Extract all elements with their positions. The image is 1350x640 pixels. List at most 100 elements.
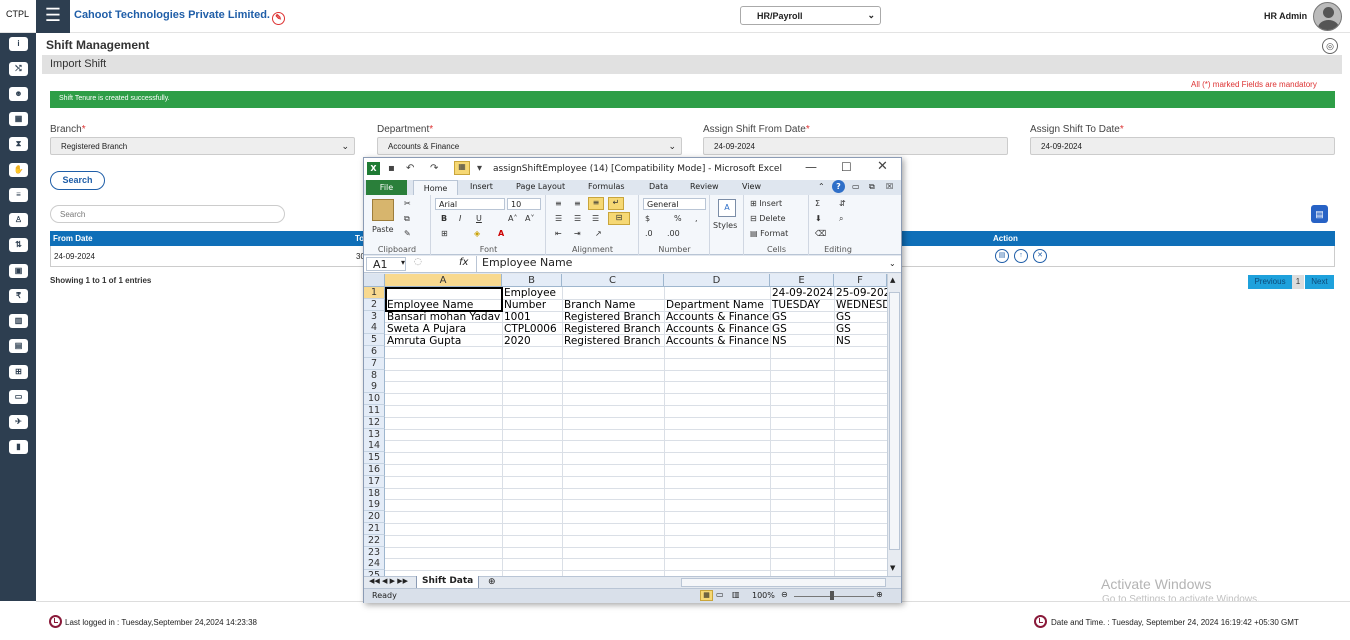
font-color-icon[interactable]: A bbox=[498, 229, 504, 238]
cell-e5[interactable]: NS bbox=[772, 335, 787, 347]
user-name[interactable]: HR Admin bbox=[1264, 11, 1307, 21]
sort-icon[interactable]: ▦ bbox=[454, 161, 470, 175]
delete-cells-button[interactable]: ⊟ Delete bbox=[750, 214, 786, 223]
tab-page-layout[interactable]: Page Layout bbox=[516, 182, 565, 191]
sort-filter-icon[interactable]: ⇵ bbox=[839, 199, 846, 208]
find-select-icon[interactable]: ⌕ bbox=[839, 214, 843, 224]
export-icon[interactable]: ▤ bbox=[1311, 205, 1328, 223]
insert-cells-button[interactable]: ⊞ Insert bbox=[750, 199, 782, 208]
upload-icon[interactable]: ↑ bbox=[1014, 249, 1028, 263]
scroll-up-icon[interactable]: ▲ bbox=[890, 276, 895, 284]
row-header[interactable]: 21 bbox=[364, 523, 385, 535]
row-header[interactable]: 11 bbox=[364, 405, 385, 417]
insert-function-icon[interactable]: fx bbox=[459, 257, 468, 268]
vertical-scrollbar[interactable]: ▲ ▼ bbox=[887, 274, 901, 576]
column-header-a[interactable]: A bbox=[385, 274, 502, 287]
person-icon[interactable]: ♙ bbox=[9, 213, 28, 227]
cell-b4[interactable]: CTPL0006 bbox=[504, 323, 557, 335]
cell-d5[interactable]: Accounts & Finance bbox=[666, 335, 769, 347]
align-bottom-icon[interactable]: ≡ bbox=[588, 197, 604, 210]
cell-f3[interactable]: GS bbox=[836, 311, 851, 323]
collapse-icon[interactable]: ◎ bbox=[1322, 38, 1338, 54]
sheet-nav-icon[interactable]: ◀◀ ◀ ▶ ▶▶ bbox=[369, 577, 408, 585]
window-close-icon[interactable]: ☒ bbox=[886, 182, 893, 191]
hourglass-icon[interactable]: ⧗ bbox=[9, 137, 28, 151]
insert-sheet-icon[interactable]: ⊕ bbox=[488, 577, 496, 587]
column-header-e[interactable]: E bbox=[770, 274, 834, 287]
number-format-select[interactable]: General bbox=[643, 198, 706, 210]
tab-view[interactable]: View bbox=[742, 182, 761, 191]
col-from-date[interactable]: From Date bbox=[53, 234, 93, 243]
cell-d4[interactable]: Accounts & Finance bbox=[666, 323, 769, 335]
currency-icon[interactable]: $ bbox=[645, 214, 650, 223]
row-header[interactable]: 19 bbox=[364, 499, 385, 512]
page-1-button[interactable]: 1 bbox=[1292, 275, 1304, 289]
menu-button[interactable]: ☰ bbox=[36, 0, 70, 33]
row-header[interactable]: 22 bbox=[364, 534, 385, 547]
horizontal-scrollbar[interactable] bbox=[681, 578, 886, 587]
row-header[interactable]: 5 bbox=[364, 334, 385, 347]
page-break-view-icon[interactable]: ▥ bbox=[732, 590, 740, 599]
search-button[interactable]: Search bbox=[50, 171, 105, 190]
zoom-level[interactable]: 100% bbox=[752, 591, 775, 600]
paste-button[interactable]: Paste bbox=[372, 225, 394, 234]
font-size-select[interactable]: 10 bbox=[507, 198, 541, 210]
cell-e4[interactable]: GS bbox=[772, 323, 787, 335]
id-card-icon[interactable]: ▭ bbox=[9, 390, 28, 404]
formula-input[interactable]: Employee Name bbox=[476, 256, 885, 272]
cell-a3[interactable]: Bansari mohan Yadav bbox=[387, 311, 501, 323]
row-header[interactable]: 14 bbox=[364, 440, 385, 453]
department-select[interactable]: Accounts & Finance ⌄ bbox=[377, 137, 682, 155]
tab-data[interactable]: Data bbox=[649, 182, 668, 191]
cell-f5[interactable]: NS bbox=[836, 335, 851, 347]
cell-f1[interactable]: 25-09-2024 bbox=[836, 287, 887, 299]
chart-icon[interactable]: ▥ bbox=[9, 314, 28, 328]
excel-window[interactable]: X ▪ ↶ ↷ ▦ ▾ assignShiftEmployee (14) [Co… bbox=[363, 157, 902, 603]
minimize-icon[interactable]: — bbox=[805, 160, 817, 174]
briefcase-icon[interactable]: ▤ bbox=[9, 339, 28, 353]
expand-formula-bar-icon[interactable]: ⌄ bbox=[889, 259, 896, 268]
format-cells-button[interactable]: ▤ Format bbox=[750, 229, 788, 238]
row-header[interactable]: 9 bbox=[364, 381, 385, 394]
ribbon-minimize-icon[interactable]: ⌃ bbox=[818, 182, 825, 191]
cell-b1[interactable]: Employee bbox=[504, 287, 556, 299]
row-header[interactable]: 16 bbox=[364, 464, 385, 476]
row-header[interactable]: 23 bbox=[364, 546, 385, 559]
redo-icon[interactable]: ↷ bbox=[430, 163, 438, 174]
row-header[interactable]: 4 bbox=[364, 322, 385, 335]
avatar[interactable] bbox=[1313, 2, 1342, 31]
next-button[interactable]: Next bbox=[1305, 275, 1334, 289]
money-icon[interactable]: ▣ bbox=[9, 264, 28, 278]
help-icon[interactable]: ? bbox=[832, 180, 845, 193]
window-restore-icon[interactable]: ⧉ bbox=[869, 182, 875, 192]
cell-c3[interactable]: Registered Branch bbox=[564, 311, 661, 323]
row-header[interactable]: 18 bbox=[364, 487, 385, 500]
tab-home[interactable]: Home bbox=[413, 180, 458, 196]
normal-view-icon[interactable]: ▦ bbox=[700, 590, 713, 601]
table-search-input[interactable]: Search bbox=[50, 205, 285, 223]
scroll-thumb[interactable] bbox=[889, 292, 900, 550]
cell-e3[interactable]: GS bbox=[772, 311, 787, 323]
scroll-down-icon[interactable]: ▼ bbox=[890, 564, 895, 572]
row-header[interactable]: 13 bbox=[364, 428, 385, 441]
window-minimize-icon[interactable]: ▭ bbox=[852, 182, 860, 191]
bookmark-icon[interactable]: ▮ bbox=[9, 440, 28, 454]
spreadsheet-grid[interactable]: A B C D E F 1 2 3 4 5 6 7 8 9 10 11 12 13 14 15 16 17 18 1… bbox=[364, 274, 901, 576]
delete-icon[interactable]: ✕ bbox=[1033, 249, 1047, 263]
previous-button[interactable]: Previous bbox=[1248, 275, 1292, 289]
branch-select[interactable]: Registered Branch ⌄ bbox=[50, 137, 355, 155]
column-header-c[interactable]: C bbox=[562, 274, 664, 287]
close-icon[interactable]: ✕ bbox=[877, 159, 888, 174]
fill-icon[interactable]: ⬇ bbox=[815, 214, 822, 223]
maximize-icon[interactable]: ☐ bbox=[841, 160, 852, 174]
column-header-d[interactable]: D bbox=[664, 274, 770, 287]
cell-d2[interactable]: Department Name bbox=[666, 299, 764, 311]
borders-icon[interactable]: ⊞ bbox=[441, 229, 448, 238]
orientation-icon[interactable]: ↗ bbox=[595, 229, 602, 238]
wrap-text-icon[interactable]: ↵ bbox=[608, 197, 624, 210]
edit-icon[interactable]: ✎ bbox=[272, 12, 285, 25]
row-header[interactable]: 7 bbox=[364, 357, 385, 370]
row-header[interactable]: 12 bbox=[364, 416, 385, 429]
decrease-decimal-icon[interactable]: .00 bbox=[667, 229, 680, 238]
cell-d3[interactable]: Accounts & Finance bbox=[666, 311, 769, 323]
